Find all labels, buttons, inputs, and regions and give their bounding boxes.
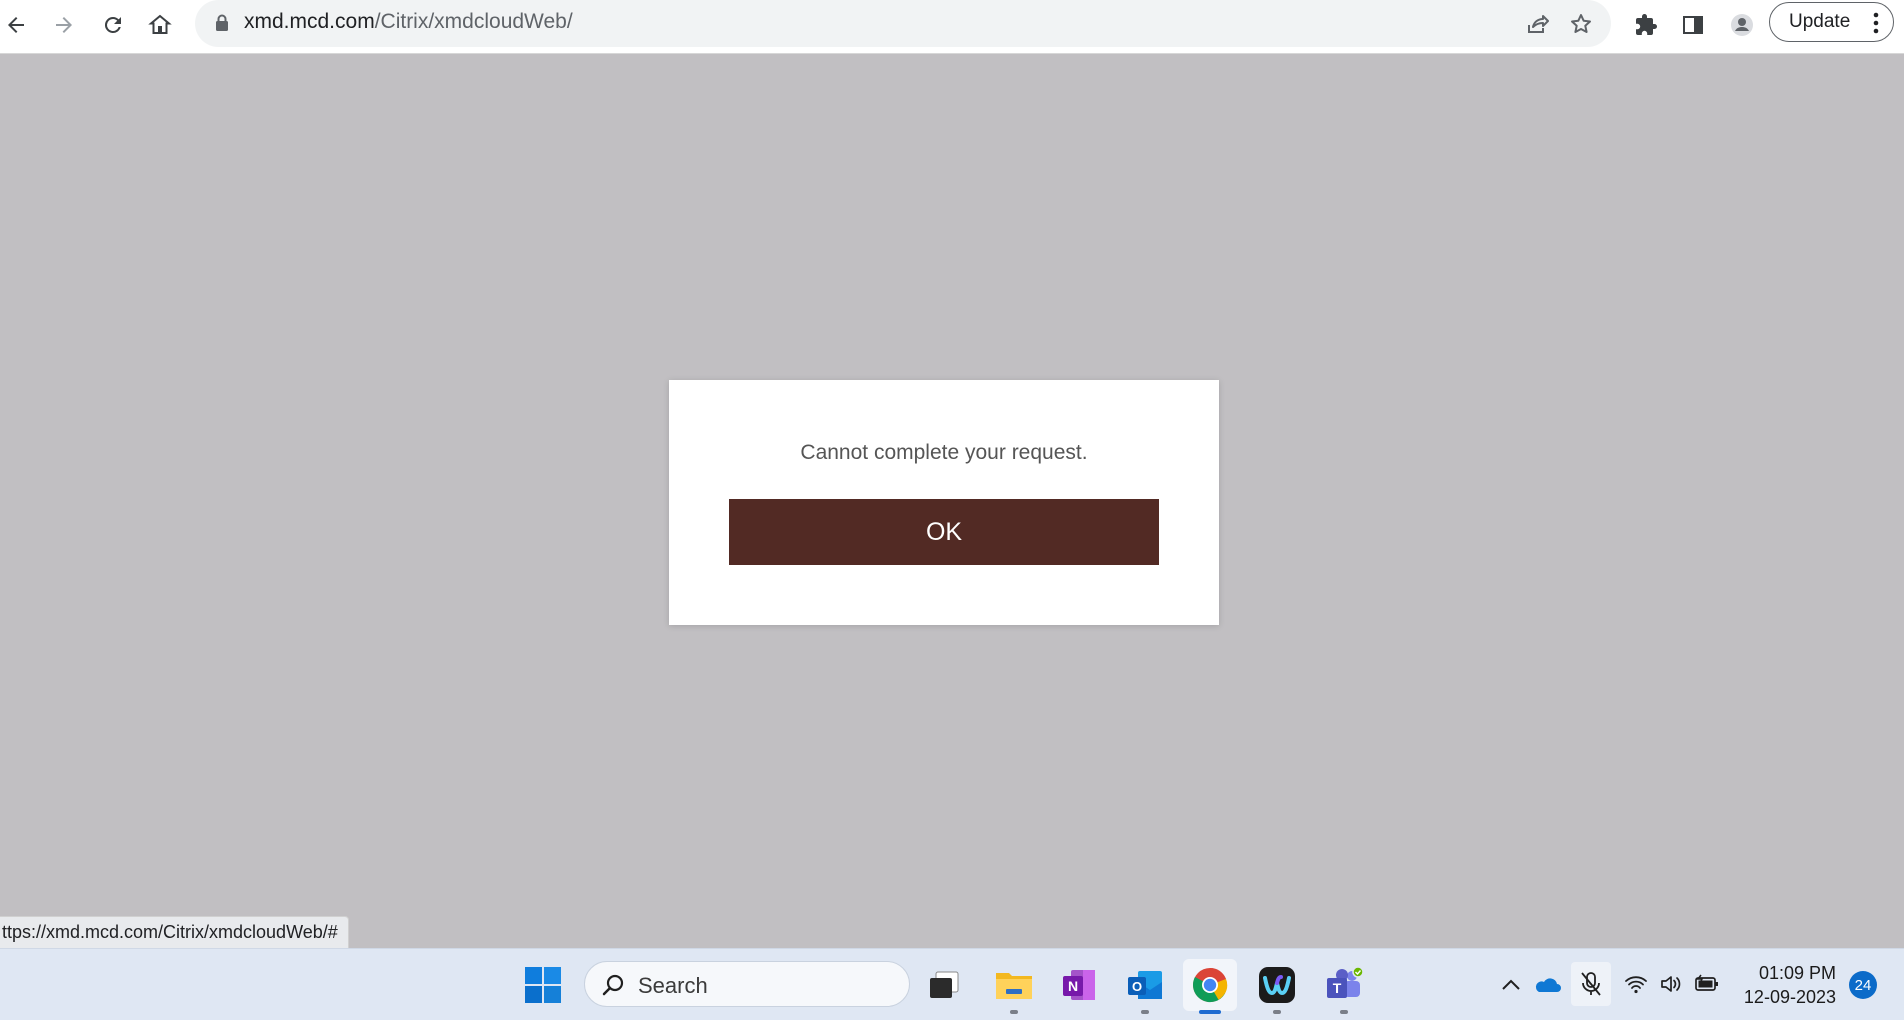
taskbar-search[interactable]: Search: [584, 961, 910, 1007]
search-icon: [602, 974, 624, 996]
teams-icon: T: [1327, 967, 1364, 998]
outlook-icon: O: [1128, 971, 1162, 999]
file-explorer-app[interactable]: [987, 959, 1041, 1014]
back-button[interactable]: [0, 7, 34, 43]
forward-arrow-icon: [56, 17, 72, 33]
onedrive-tray[interactable]: [1529, 966, 1565, 1002]
forward-button[interactable]: [46, 7, 82, 43]
battery-tray[interactable]: [1689, 966, 1725, 1002]
windows-start-icon[interactable]: [525, 967, 561, 1003]
chrome-icon: [1193, 967, 1228, 1003]
clock-date: 12-09-2023: [1743, 987, 1836, 1007]
wifi-tray[interactable]: [1618, 966, 1654, 1002]
battery-icon: [1695, 974, 1718, 991]
status-bar-url: ttps://xmd.mcd.com/Citrix/xmdcloudWeb/#: [0, 916, 349, 949]
onenote-app[interactable]: N: [1052, 959, 1106, 1011]
more-vert-icon[interactable]: [1873, 12, 1879, 34]
reload-button[interactable]: [95, 7, 131, 43]
svg-text:N: N: [1068, 978, 1078, 994]
reload-icon: [104, 16, 121, 33]
clock-time: 01:09 PM: [1758, 963, 1836, 983]
error-dialog: Cannot complete your request. OK: [669, 380, 1219, 625]
running-indicator: [1340, 1010, 1348, 1014]
file-explorer-icon: [996, 973, 1032, 999]
star-icon: [1571, 14, 1591, 33]
webex-icon: [1259, 967, 1295, 1003]
back-arrow-icon: [8, 17, 24, 33]
outlook-app[interactable]: O: [1118, 959, 1172, 1014]
volume-icon: [1661, 976, 1681, 992]
error-message: Cannot complete your request.: [800, 441, 1088, 464]
url-text[interactable]: xmd.mcd.com/Citrix/xmdcloudWeb/: [244, 10, 573, 34]
share-icon: [1528, 15, 1549, 33]
side-panel-icon: [1683, 16, 1703, 34]
windows-taskbar: Search N O T 01:09 PM 12-09-2023 24: [0, 948, 1904, 1020]
share-button[interactable]: [1523, 10, 1551, 38]
volume-tray[interactable]: [1653, 966, 1689, 1002]
url-path: /Citrix/xmdcloudWeb/: [374, 10, 573, 33]
browser-toolbar: xmd.mcd.com/Citrix/xmdcloudWeb/ Update: [0, 0, 1904, 54]
teams-app[interactable]: T: [1317, 959, 1371, 1014]
home-button[interactable]: [142, 7, 178, 43]
svg-text:T: T: [1333, 980, 1342, 996]
task-view-app[interactable]: [917, 959, 971, 1011]
webex-app[interactable]: [1250, 959, 1304, 1014]
lock-icon[interactable]: [215, 14, 229, 32]
mic-muted-icon: [1581, 972, 1601, 996]
running-indicator: [1141, 1010, 1149, 1014]
update-button[interactable]: Update: [1769, 2, 1894, 42]
wifi-icon: [1625, 976, 1647, 994]
extensions-icon: [1636, 14, 1657, 35]
active-indicator: [1199, 1010, 1221, 1014]
onedrive-icon: [1535, 978, 1561, 992]
running-indicator: [1010, 1010, 1018, 1014]
task-view-icon: [930, 971, 959, 998]
bookmark-button[interactable]: [1567, 10, 1595, 38]
chevron-up-icon: [1502, 979, 1520, 990]
home-icon: [148, 14, 172, 34]
mic-tray[interactable]: [1571, 962, 1611, 1006]
chrome-app[interactable]: [1183, 959, 1237, 1014]
profile-icon: [1731, 14, 1753, 36]
update-label: Update: [1789, 11, 1851, 32]
running-indicator: [1273, 1010, 1281, 1014]
address-bar[interactable]: xmd.mcd.com/Citrix/xmdcloudWeb/: [195, 0, 1611, 47]
system-clock[interactable]: 01:09 PM 12-09-2023: [1740, 961, 1836, 1009]
notification-badge[interactable]: 24: [1849, 971, 1877, 999]
url-host: xmd.mcd.com: [244, 10, 375, 33]
extensions-button[interactable]: [1628, 7, 1664, 43]
search-label: Search: [638, 973, 708, 998]
side-panel-button[interactable]: [1675, 7, 1711, 43]
ok-button[interactable]: OK: [729, 499, 1159, 565]
svg-text:O: O: [1132, 979, 1142, 994]
onenote-icon: N: [1063, 970, 1095, 1000]
profile-button[interactable]: [1724, 7, 1760, 43]
show-hidden-icons-button[interactable]: [1493, 966, 1529, 1002]
